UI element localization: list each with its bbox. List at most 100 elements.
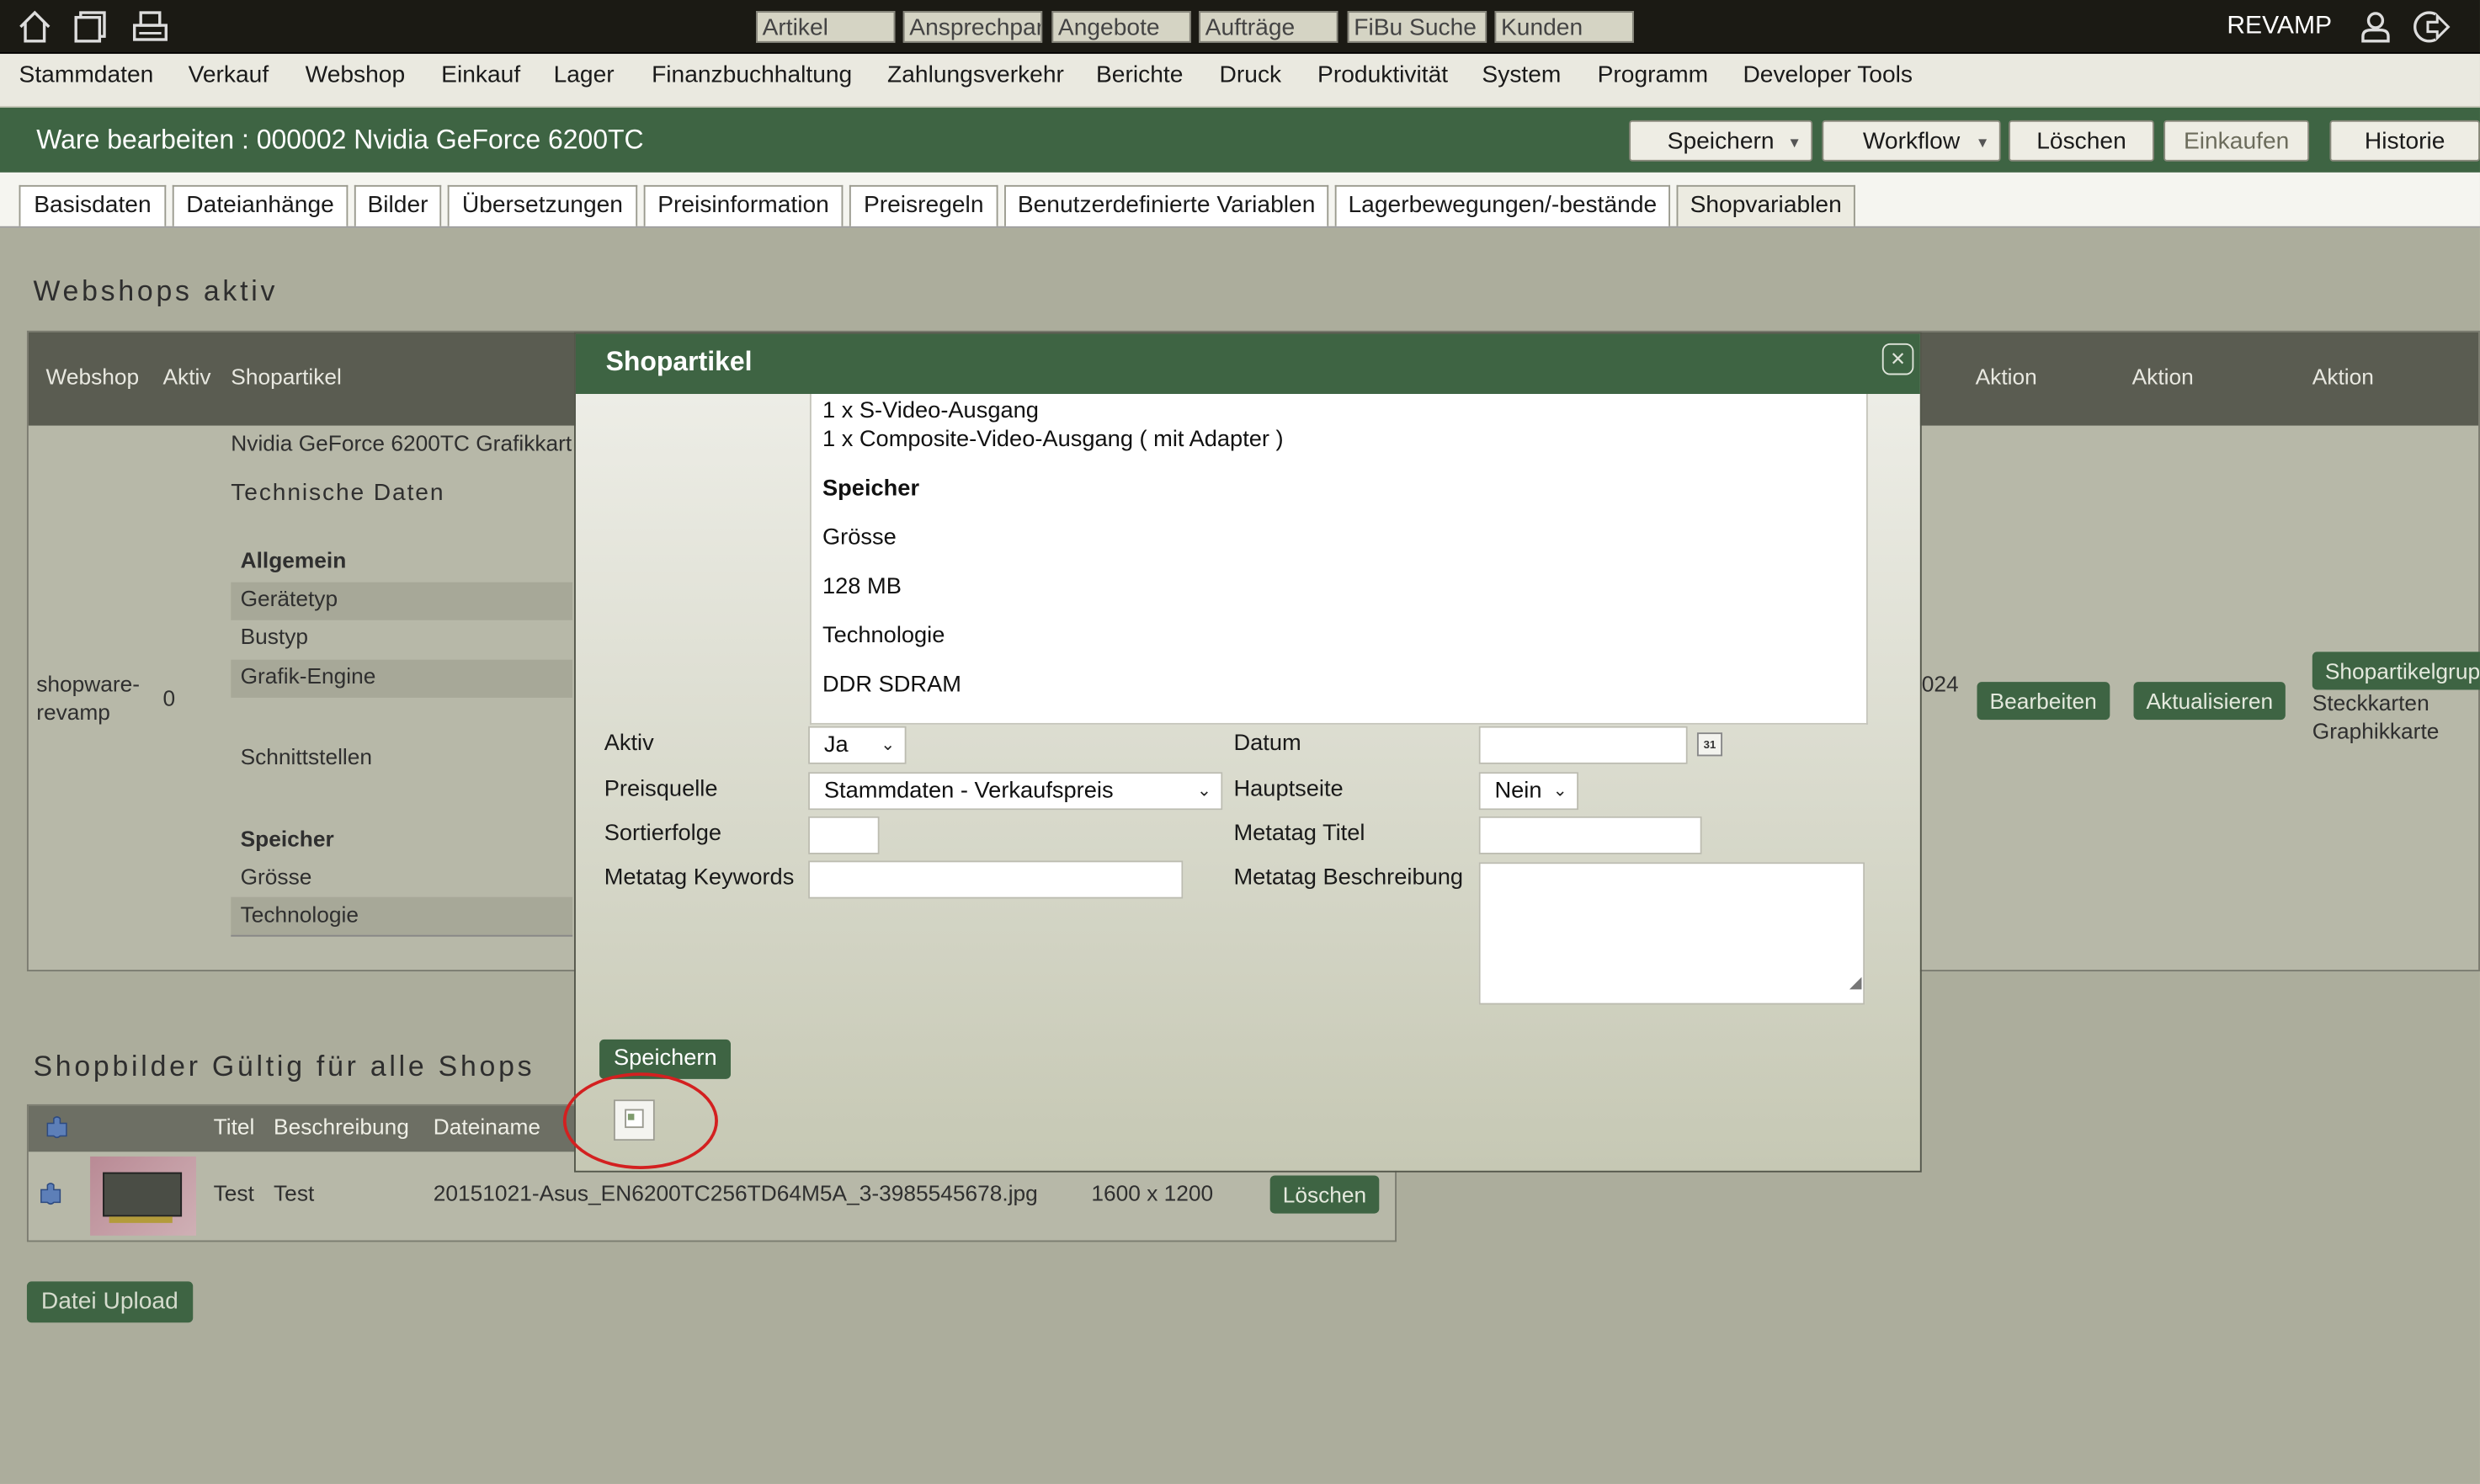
tech-data-title: Technische Daten — [231, 479, 445, 507]
user-icon[interactable] — [2356, 8, 2394, 45]
webshop-aktiv: 0 — [162, 684, 176, 710]
editor-heading: Speicher — [822, 476, 920, 502]
image-delete-button[interactable]: Löschen — [1269, 1175, 1380, 1214]
preisquelle-select-value: Stammdaten - Verkaufspreis — [823, 778, 1114, 804]
menu-developer-tools[interactable]: Developer Tools — [1743, 61, 1913, 88]
image-description: Test — [274, 1180, 315, 1206]
section-title-images: Shopbilder Gültig für alle Shops — [33, 1050, 535, 1082]
col-aktion: Aktion — [2312, 364, 2374, 390]
brand-label: REVAMP — [2227, 13, 2333, 40]
puzzle-icon[interactable] — [38, 1180, 63, 1205]
editor-line: Technologie — [822, 623, 945, 649]
product-thumbnail[interactable] — [90, 1156, 196, 1236]
printer-icon[interactable] — [131, 8, 169, 45]
sortierfolge-label: Sortierfolge — [604, 821, 722, 847]
tab-preisregeln[interactable]: Preisregeln — [849, 184, 998, 226]
tab-bilder[interactable]: Bilder — [354, 184, 442, 226]
home-icon[interactable] — [16, 8, 54, 45]
menu-berichte[interactable]: Berichte — [1096, 61, 1183, 88]
logout-icon[interactable] — [2413, 8, 2451, 45]
menu-druck[interactable]: Druck — [1220, 61, 1282, 88]
editor-line: DDR SDRAM — [822, 672, 961, 698]
dialog-save-button[interactable]: Speichern — [599, 1039, 732, 1079]
edit-button[interactable]: Bearbeiten — [1977, 682, 2110, 721]
menu-system[interactable]: System — [1482, 61, 1561, 88]
calendar-icon[interactable]: 31 — [1696, 732, 1723, 757]
chevron-down-icon[interactable]: ▼ — [1787, 122, 1801, 163]
spec-heading: Speicher — [240, 826, 334, 852]
shopartikel-name: Nvidia GeForce 6200TC Grafikkarte — [231, 430, 573, 456]
tab-uebersetzungen[interactable]: Übersetzungen — [447, 184, 638, 226]
section-title-webshops: Webshops aktiv — [33, 275, 279, 307]
update-button[interactable]: Aktualisieren — [2133, 682, 2286, 721]
file-upload-button[interactable]: Datei Upload — [26, 1281, 193, 1323]
quicksearch-artikel[interactable]: Artikel — [756, 11, 896, 43]
menu-zahlungsverkehr[interactable]: Zahlungsverkehr — [887, 61, 1064, 88]
metatag-keywords-field[interactable] — [808, 860, 1184, 899]
spec-label: Technologie — [240, 902, 359, 928]
dialog-title: Shopartikel — [605, 346, 753, 377]
menu-webshop[interactable]: Webshop — [306, 61, 406, 88]
col-aktiv: Aktiv — [162, 364, 211, 390]
chevron-down-icon[interactable]: ▼ — [1976, 122, 1990, 163]
sortierfolge-field[interactable] — [808, 816, 880, 854]
quicksearch-fibu[interactable]: FiBu Suche — [1347, 11, 1487, 43]
preisquelle-select[interactable]: Stammdaten - Verkaufspreis ⌄ — [808, 772, 1223, 811]
menu-stammdaten[interactable]: Stammdaten — [19, 61, 154, 88]
metatag-beschreibung-label: Metatag Beschreibung — [1233, 865, 1464, 891]
spec-label: Grösse — [240, 864, 312, 890]
page-title: Ware bearbeiten : 000002 Nvidia GeForce … — [36, 125, 644, 156]
menu-verkauf[interactable]: Verkauf — [189, 61, 269, 88]
tab-lagerbewegungen[interactable]: Lagerbewegungen/-bestände — [1334, 184, 1671, 226]
buy-button[interactable]: Einkaufen — [2163, 120, 2310, 162]
metatag-titel-field[interactable] — [1478, 816, 1702, 854]
tab-dateianhaenge[interactable]: Dateianhänge — [172, 184, 349, 226]
tab-preisinformation[interactable]: Preisinformation — [643, 184, 844, 226]
editor-line: 1 x S-Video-Ausgang — [822, 398, 1039, 424]
col-shopartikel: Shopartikel — [231, 364, 342, 390]
tab-shopvariablen[interactable]: Shopvariablen — [1676, 184, 1855, 226]
spec-heading: Allgemein — [240, 547, 347, 573]
aktiv-select[interactable]: Ja ⌄ — [808, 726, 907, 764]
menu-programm[interactable]: Programm — [1598, 61, 1709, 88]
quicksearch-angebote[interactable]: Angebote — [1051, 11, 1191, 43]
editor-line: 1 x Composite-Video-Ausgang ( mit Adapte… — [822, 427, 1284, 453]
shopartikelgruppe-button[interactable]: Shopartikelgruppe — [2312, 652, 2480, 690]
hauptseite-select[interactable]: Nein ⌄ — [1478, 772, 1579, 811]
quicksearch-auftraege[interactable]: Aufträge — [1199, 11, 1338, 43]
datum-field[interactable] — [1478, 726, 1688, 764]
tab-basisdaten[interactable]: Basisdaten — [19, 184, 167, 226]
quicksearch-ansprechpartner[interactable]: Ansprechpar — [902, 11, 1043, 43]
image-title: Test — [213, 1180, 254, 1206]
spec-label: Grafik-Engine — [240, 662, 376, 689]
col-webshop: Webshop — [45, 364, 140, 390]
image-size: 1600 x 1200 — [1091, 1180, 1214, 1206]
image-filename: 20151021-Asus_EN6200TC256TD64M5A_3-39855… — [433, 1180, 1038, 1206]
aktiv-select-value: Ja — [823, 732, 849, 758]
menu-einkauf[interactable]: Einkauf — [441, 61, 520, 88]
save-button[interactable]: Speichern ▼ — [1629, 120, 1813, 163]
close-icon[interactable]: ✕ — [1881, 343, 1914, 375]
workflow-button[interactable]: Workflow ▼ — [1822, 120, 2001, 163]
hauptseite-label: Hauptseite — [1233, 776, 1344, 802]
tab-benutzerdefinierte-variablen[interactable]: Benutzerdefinierte Variablen — [1004, 184, 1329, 226]
menu-produktivitaet[interactable]: Produktivität — [1317, 61, 1448, 88]
title-bar: Ware bearbeiten : 000002 Nvidia GeForce … — [0, 107, 2480, 173]
description-editor[interactable]: 1 x S-Video-Ausgang 1 x Composite-Video-… — [809, 393, 1868, 725]
dialog-header: Shopartikel ✕ — [575, 333, 1920, 394]
windows-icon[interactable] — [72, 8, 109, 45]
quicksearch-kunden[interactable]: Kunden — [1494, 11, 1634, 43]
menu-lager[interactable]: Lager — [554, 61, 615, 88]
annotation-circle — [562, 1072, 718, 1169]
spec-label: Schnittstellen — [240, 743, 373, 769]
spec-label: Bustyp — [240, 623, 309, 649]
spec-table: Allgemein Gerätetyp Bustyp Grafik-Engine… — [231, 535, 573, 937]
resize-handle-icon[interactable]: ◢ — [1849, 966, 1861, 1001]
puzzle-icon[interactable] — [45, 1114, 70, 1139]
menu-finanzbuchhaltung[interactable]: Finanzbuchhaltung — [652, 61, 852, 88]
metatag-beschreibung-textarea[interactable]: ◢ — [1478, 862, 1865, 1005]
workflow-button-label: Workflow — [1862, 128, 1961, 156]
delete-button[interactable]: Löschen — [2009, 120, 2154, 162]
metatag-keywords-label: Metatag Keywords — [604, 865, 795, 891]
history-button[interactable]: Historie — [2329, 120, 2480, 162]
